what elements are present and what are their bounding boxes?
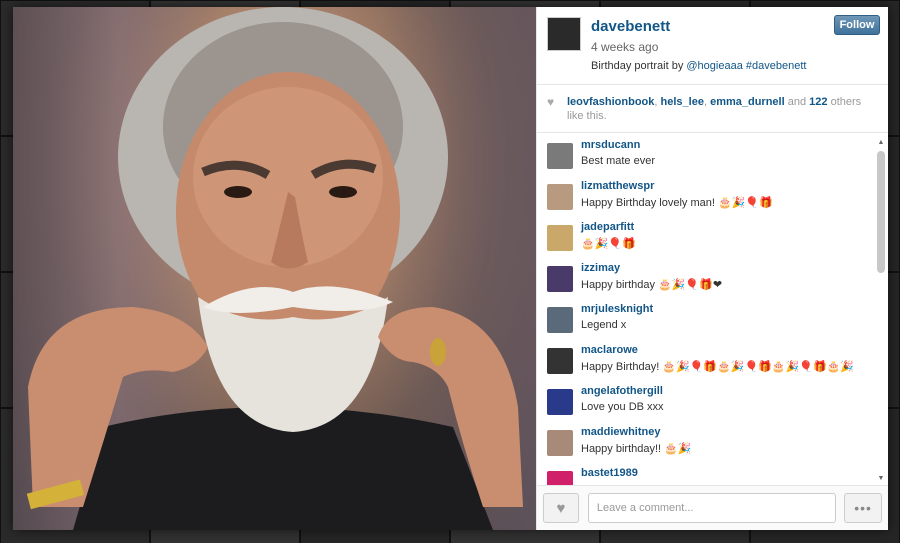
heart-icon: ♥ [556, 499, 566, 517]
follow-button[interactable]: Follow [834, 15, 880, 35]
comment-text: Happy Birthday! 🎂🎉🎈🎁🎂🎉🎈🎁🎂🎉🎈🎁🎂🎉 [581, 361, 855, 373]
comment-item: mrjulesknight Legend x [547, 303, 870, 344]
author-username[interactable]: davebenett [591, 18, 806, 35]
comment-footer: ♥ ••• [537, 485, 888, 530]
commenter-username[interactable]: mrjulesknight [581, 303, 653, 315]
post-sidebar: davebenett 4 weeks ago Birthday portrait… [536, 7, 888, 530]
comments-scrollbar[interactable]: ▲ ▼ [876, 139, 886, 483]
comment-item: lizmatthewspr Happy Birthday lovely man! … [547, 180, 870, 221]
post-header: davebenett 4 weeks ago Birthday portrait… [537, 7, 888, 85]
comment-item: bastet1989 [547, 467, 870, 485]
commenter-avatar[interactable] [547, 389, 573, 415]
comment-text: Best mate ever [581, 155, 655, 167]
post-timestamp[interactable]: 4 weeks ago [591, 40, 806, 54]
like-button[interactable]: ♥ [543, 493, 579, 523]
comment-text: Happy Birthday lovely man! 🎂🎉🎈🎁 [581, 197, 773, 209]
heart-icon: ♥ [547, 95, 555, 109]
liker-link[interactable]: hels_lee [661, 96, 704, 108]
caption-mention[interactable]: @hogieaaa [686, 60, 742, 72]
liker-link[interactable]: emma_durnell [710, 96, 785, 108]
comment-list: mrsducann Best mate ever lizmatthewspr Hap… [537, 133, 888, 485]
ellipsis-icon: ••• [854, 500, 872, 516]
commenter-username[interactable]: lizmatthewspr [581, 180, 773, 192]
comment-item: izzimay Happy birthday 🎂🎉🎈🎁❤ [547, 262, 870, 303]
scroll-up-arrow-icon[interactable]: ▲ [877, 139, 885, 147]
commenter-avatar[interactable] [547, 225, 573, 251]
comment-text: Happy birthday 🎂🎉🎈🎁❤ [581, 279, 723, 291]
header-text: davebenett 4 weeks ago Birthday portrait… [591, 17, 806, 76]
comment-text: Legend x [581, 319, 627, 331]
likes-summary: ♥ leovfashionbook, hels_lee, emma_durnel… [537, 85, 888, 133]
comment-item: maclarowe Happy Birthday! 🎂🎉🎈🎁🎂🎉🎈🎁🎂🎉🎈🎁🎂🎉 [547, 344, 870, 385]
comment-text: Happy birthday!! 🎂🎉 [581, 443, 692, 455]
commenter-avatar[interactable] [547, 184, 573, 210]
commenter-username[interactable]: angelafothergill [581, 385, 664, 397]
commenter-avatar[interactable] [547, 307, 573, 333]
liker-link[interactable]: leovfashionbook [567, 96, 654, 108]
more-options-button[interactable]: ••• [844, 493, 882, 523]
comment-item: jadeparfitt 🎂🎉🎈🎁 [547, 221, 870, 262]
comment-item: maddiewhitney Happy birthday!! 🎂🎉 [547, 426, 870, 467]
comments-panel[interactable]: mrsducann Best mate ever lizmatthewspr Hap… [537, 133, 888, 485]
commenter-avatar[interactable] [547, 266, 573, 292]
commenter-username[interactable]: maclarowe [581, 344, 854, 356]
portrait-illustration [26, 7, 523, 530]
comment-text: 🎂🎉🎈🎁 [581, 238, 636, 250]
scroll-down-arrow-icon[interactable]: ▼ [877, 475, 885, 483]
commenter-avatar[interactable] [547, 471, 573, 485]
commenter-avatar[interactable] [547, 430, 573, 456]
post-photo[interactable] [13, 7, 536, 530]
comment-text: Love you DB xxx [581, 401, 664, 413]
liker-separator: , [654, 96, 658, 108]
commenter-username[interactable]: maddiewhitney [581, 426, 692, 438]
commenter-username[interactable]: mrsducann [581, 139, 655, 151]
likes-and-text: and [787, 96, 807, 108]
caption-text: Birthday portrait by [591, 60, 684, 72]
commenter-username[interactable]: jadeparfitt [581, 221, 636, 233]
commenter-username[interactable]: bastet1989 [581, 467, 638, 479]
commenter-avatar[interactable] [547, 348, 573, 374]
commenter-username[interactable]: izzimay [581, 262, 722, 274]
comment-item: mrsducann Best mate ever [547, 139, 870, 180]
commenter-avatar[interactable] [547, 143, 573, 169]
comment-item: angelafothergill Love you DB xxx [547, 385, 870, 426]
caption-hashtag[interactable]: #davebenett [746, 60, 807, 72]
post-caption: Birthday portrait by @hogieaaa #davebene… [591, 60, 806, 72]
scroll-thumb[interactable] [877, 151, 885, 273]
liker-separator: , [703, 96, 708, 108]
comment-input[interactable] [587, 493, 837, 523]
author-avatar[interactable] [547, 17, 581, 51]
likes-others-count[interactable]: 122 [809, 96, 827, 108]
post-modal: davebenett 4 weeks ago Birthday portrait… [13, 7, 888, 530]
